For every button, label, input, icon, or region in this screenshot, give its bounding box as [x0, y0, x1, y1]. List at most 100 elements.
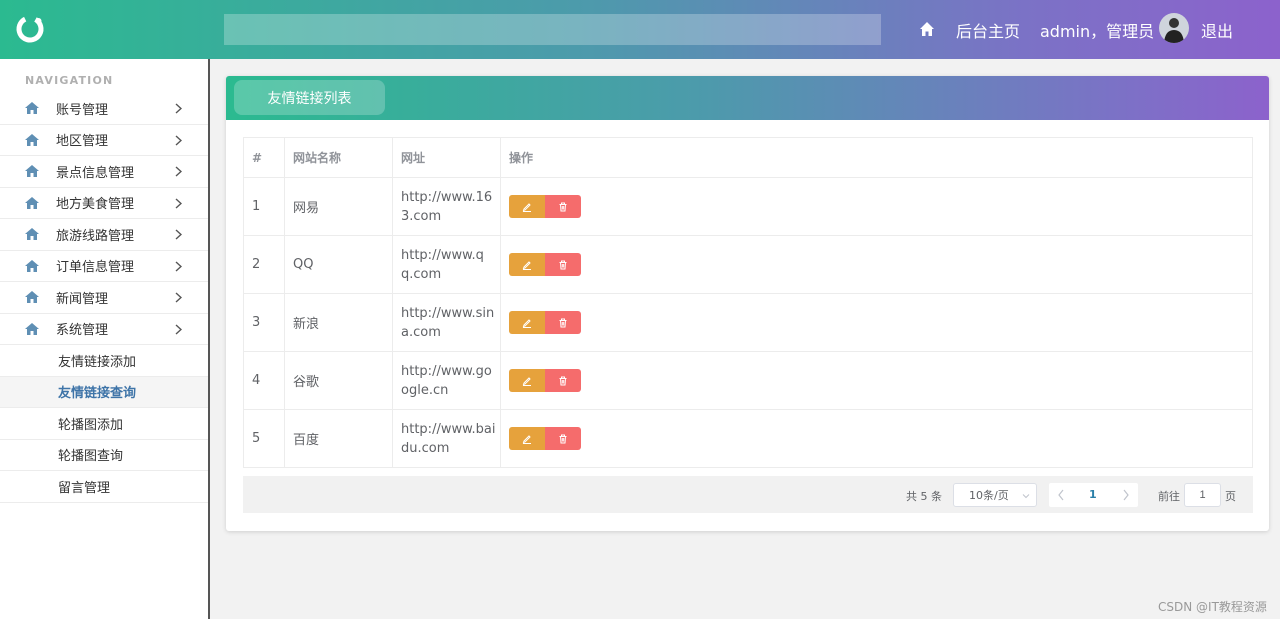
cell-site-name: 网易: [284, 177, 393, 236]
nav-title: NAVIGATION: [25, 74, 114, 87]
cell-site-name: 百度: [284, 409, 393, 468]
col-header-index: #: [243, 137, 285, 178]
table-row: 3 新浪 http://www.sina.com: [243, 293, 1253, 352]
edit-button[interactable]: [509, 311, 545, 334]
table-row: 4 谷歌 http://www.google.cn: [243, 351, 1253, 410]
edit-button[interactable]: [509, 369, 545, 392]
page-size-select[interactable]: 10条/页: [953, 483, 1037, 507]
cell-url: http://www.baidu.com: [392, 409, 501, 468]
chevron-right-icon: [175, 292, 182, 303]
sidebar-item-label: 地方美食管理: [56, 197, 135, 213]
sidebar-item-region[interactable]: 地区管理: [0, 125, 208, 156]
logout-link[interactable]: 退出: [1201, 18, 1233, 42]
sidebar-item-label: 订单信息管理: [56, 260, 135, 276]
edit-icon: [522, 318, 531, 328]
delete-button[interactable]: [545, 195, 581, 218]
cell-index: 5: [243, 409, 285, 468]
edit-icon: [522, 260, 531, 270]
trash-icon: [559, 376, 567, 385]
sidebar-item-label: 系统管理: [56, 323, 109, 339]
sidebar-item-account[interactable]: 账号管理: [0, 93, 208, 125]
sidebar: NAVIGATION 账号管理 地区管理 景点信息管理 地方美食管理 旅游线路管…: [0, 59, 210, 619]
sidebar-item-route[interactable]: 旅游线路管理: [0, 219, 208, 251]
sidebar-subitem-message[interactable]: 留言管理: [0, 471, 208, 503]
page-size-value: 10条/页: [969, 489, 1009, 502]
sidebar-item-news[interactable]: 新闻管理: [0, 282, 208, 314]
home-icon: [25, 102, 39, 115]
home-icon[interactable]: [919, 21, 935, 37]
nav-list: 账号管理 地区管理 景点信息管理 地方美食管理 旅游线路管理 订单信息管理 新闻…: [0, 93, 208, 503]
home-icon: [25, 291, 39, 304]
edit-button[interactable]: [509, 253, 545, 276]
chevron-right-icon: [175, 103, 182, 114]
links-table: # 网站名称 网址 操作 1 网易 http://www.163.com 2 Q…: [243, 137, 1253, 468]
cell-site-name: QQ: [284, 235, 393, 294]
cell-site-name: 新浪: [284, 293, 393, 352]
avatar[interactable]: [1159, 13, 1189, 43]
page-suffix: 页: [1225, 490, 1236, 503]
table-row: 1 网易 http://www.163.com: [243, 177, 1253, 236]
pager-buttons: 1: [1049, 483, 1138, 507]
sidebar-item-label: 地区管理: [56, 134, 109, 150]
trash-icon: [559, 260, 567, 269]
table-row: 5 百度 http://www.baidu.com: [243, 409, 1253, 468]
home-icon: [25, 196, 39, 209]
watermark: CSDN @IT教程资源: [1158, 600, 1267, 614]
cell-actions: [500, 351, 1253, 410]
chevron-left-icon[interactable]: [1057, 489, 1065, 501]
sidebar-item-order[interactable]: 订单信息管理: [0, 251, 208, 282]
trash-icon: [559, 434, 567, 443]
trash-icon: [559, 202, 567, 211]
chevron-right-icon: [175, 229, 182, 240]
goto-page-input[interactable]: [1184, 483, 1221, 507]
delete-button[interactable]: [545, 253, 581, 276]
cell-actions: [500, 293, 1253, 352]
user-label: admin，管理员: [1040, 22, 1155, 41]
col-header-site-name: 网站名称: [284, 137, 393, 178]
sidebar-subitem-link-add[interactable]: 友情链接添加: [0, 345, 208, 377]
search-input[interactable]: [224, 14, 881, 45]
cell-url: http://www.sina.com: [392, 293, 501, 352]
cell-site-name: 谷歌: [284, 351, 393, 410]
table-header-row: # 网站名称 网址 操作: [243, 137, 1253, 178]
cell-actions: [500, 177, 1253, 236]
chevron-right-icon: [175, 323, 182, 335]
col-header-actions: 操作: [500, 137, 1253, 178]
sidebar-subitem-banner-query[interactable]: 轮播图查询: [0, 440, 208, 471]
sidebar-item-system[interactable]: 系统管理: [0, 314, 208, 345]
cell-index: 4: [243, 351, 285, 410]
home-icon: [25, 165, 39, 178]
sidebar-subitem-banner-add[interactable]: 轮播图添加: [0, 408, 208, 440]
cell-url: http://www.163.com: [392, 177, 501, 236]
home-icon: [25, 259, 39, 272]
col-header-url: 网址: [392, 137, 501, 178]
trash-icon: [559, 318, 567, 327]
sidebar-item-food[interactable]: 地方美食管理: [0, 188, 208, 219]
chevron-right-icon: [175, 134, 182, 146]
page-number-current[interactable]: 1: [1089, 488, 1097, 501]
chevron-right-icon: [175, 166, 182, 177]
sidebar-item-label: 新闻管理: [56, 291, 109, 307]
delete-button[interactable]: [545, 311, 581, 334]
sidebar-item-label: 旅游线路管理: [56, 228, 135, 244]
home-icon: [25, 228, 39, 241]
tab-link-list[interactable]: 友情链接列表: [234, 80, 385, 115]
sidebar-item-scenic[interactable]: 景点信息管理: [0, 156, 208, 188]
cell-actions: [500, 409, 1253, 468]
panel-header: 友情链接列表: [226, 76, 1269, 120]
sidebar-subitem-link-query[interactable]: 友情链接查询: [0, 376, 208, 408]
delete-button[interactable]: [545, 427, 581, 450]
sidebar-item-label: 景点信息管理: [56, 165, 135, 181]
logo-icon: [16, 15, 44, 43]
edit-button[interactable]: [509, 427, 545, 450]
edit-icon: [522, 202, 531, 212]
top-header: 后台主页 admin，管理员 退出: [0, 0, 1280, 59]
cell-index: 1: [243, 177, 285, 236]
delete-button[interactable]: [545, 369, 581, 392]
chevron-right-icon[interactable]: [1122, 489, 1130, 501]
chevron-right-icon: [175, 260, 182, 272]
sidebar-item-label: 账号管理: [56, 102, 109, 118]
edit-button[interactable]: [509, 195, 545, 218]
cell-index: 3: [243, 293, 285, 352]
home-link[interactable]: 后台主页: [956, 18, 1020, 42]
